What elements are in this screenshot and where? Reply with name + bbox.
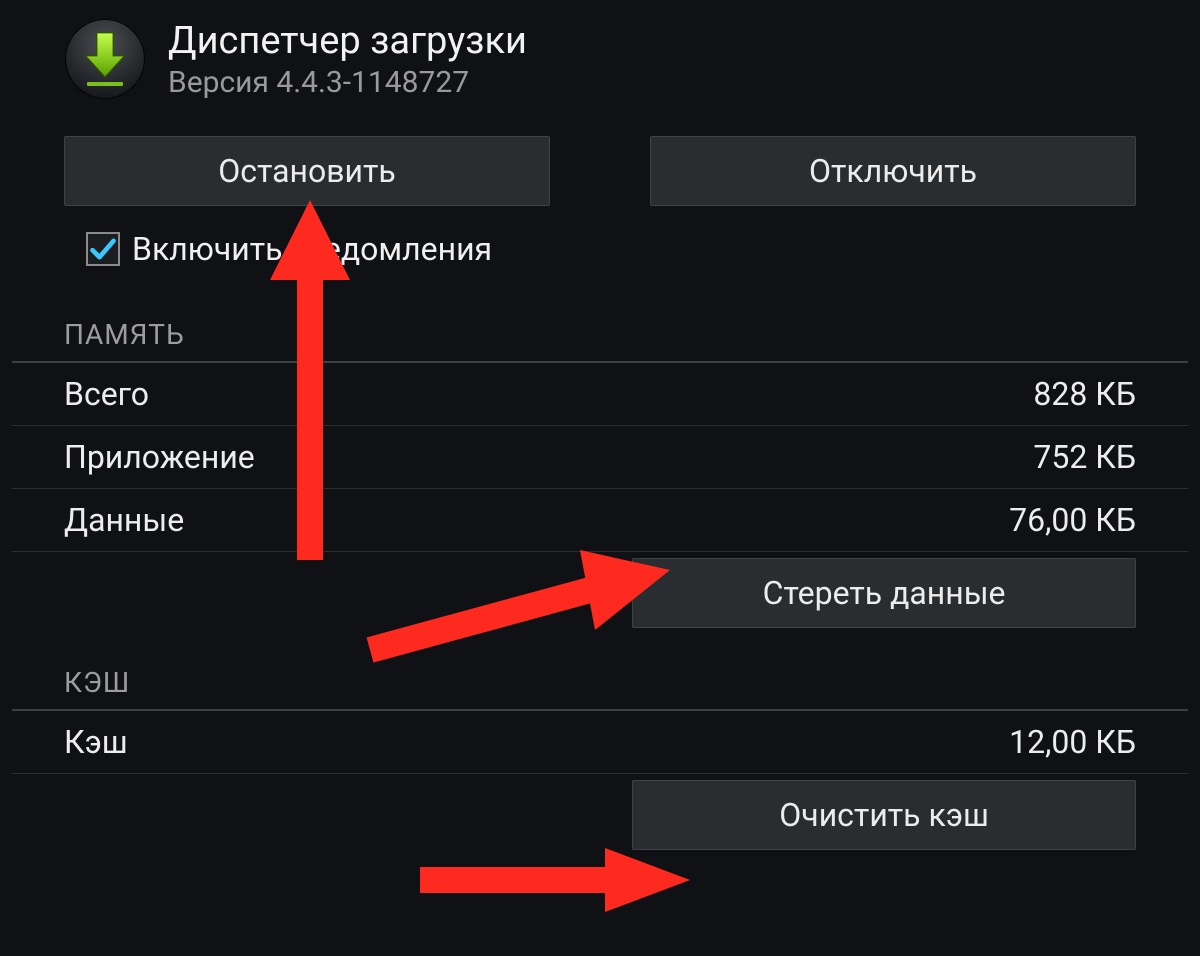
clear-data-row: Стереть данные	[0, 552, 1200, 640]
cache-section-header: КЭШ	[12, 640, 1188, 711]
clear-cache-row: Очистить кэш	[0, 774, 1200, 862]
disable-button[interactable]: Отключить	[650, 136, 1136, 206]
notifications-checkbox[interactable]	[86, 232, 120, 266]
notifications-checkbox-row[interactable]: Включить уведомления	[0, 224, 1200, 292]
notifications-label: Включить уведомления	[132, 230, 492, 268]
memory-total-label: Всего	[64, 375, 149, 413]
download-manager-icon	[64, 18, 146, 100]
cache-label: Кэш	[64, 723, 128, 761]
top-button-row: Остановить Отключить	[0, 110, 1200, 224]
app-header: Диспетчер загрузки Версия 4.4.3-1148727	[0, 0, 1200, 110]
stop-button[interactable]: Остановить	[64, 136, 550, 206]
memory-data-row: Данные 76,00 КБ	[12, 489, 1188, 552]
memory-data-value: 76,00 КБ	[1009, 501, 1136, 539]
memory-app-label: Приложение	[64, 438, 255, 476]
app-title: Диспетчер загрузки	[168, 19, 527, 63]
memory-app-value: 752 КБ	[1033, 438, 1136, 476]
clear-cache-button[interactable]: Очистить кэш	[632, 780, 1136, 850]
memory-total-row: Всего 828 КБ	[12, 363, 1188, 426]
memory-data-label: Данные	[64, 501, 184, 539]
cache-value: 12,00 КБ	[1009, 723, 1136, 761]
memory-total-value: 828 КБ	[1033, 375, 1136, 413]
memory-section-header: ПАМЯТЬ	[12, 292, 1188, 363]
memory-app-row: Приложение 752 КБ	[12, 426, 1188, 489]
cache-row: Кэш 12,00 КБ	[12, 711, 1188, 774]
clear-data-button[interactable]: Стереть данные	[632, 558, 1136, 628]
app-version: Версия 4.4.3-1148727	[168, 65, 527, 100]
